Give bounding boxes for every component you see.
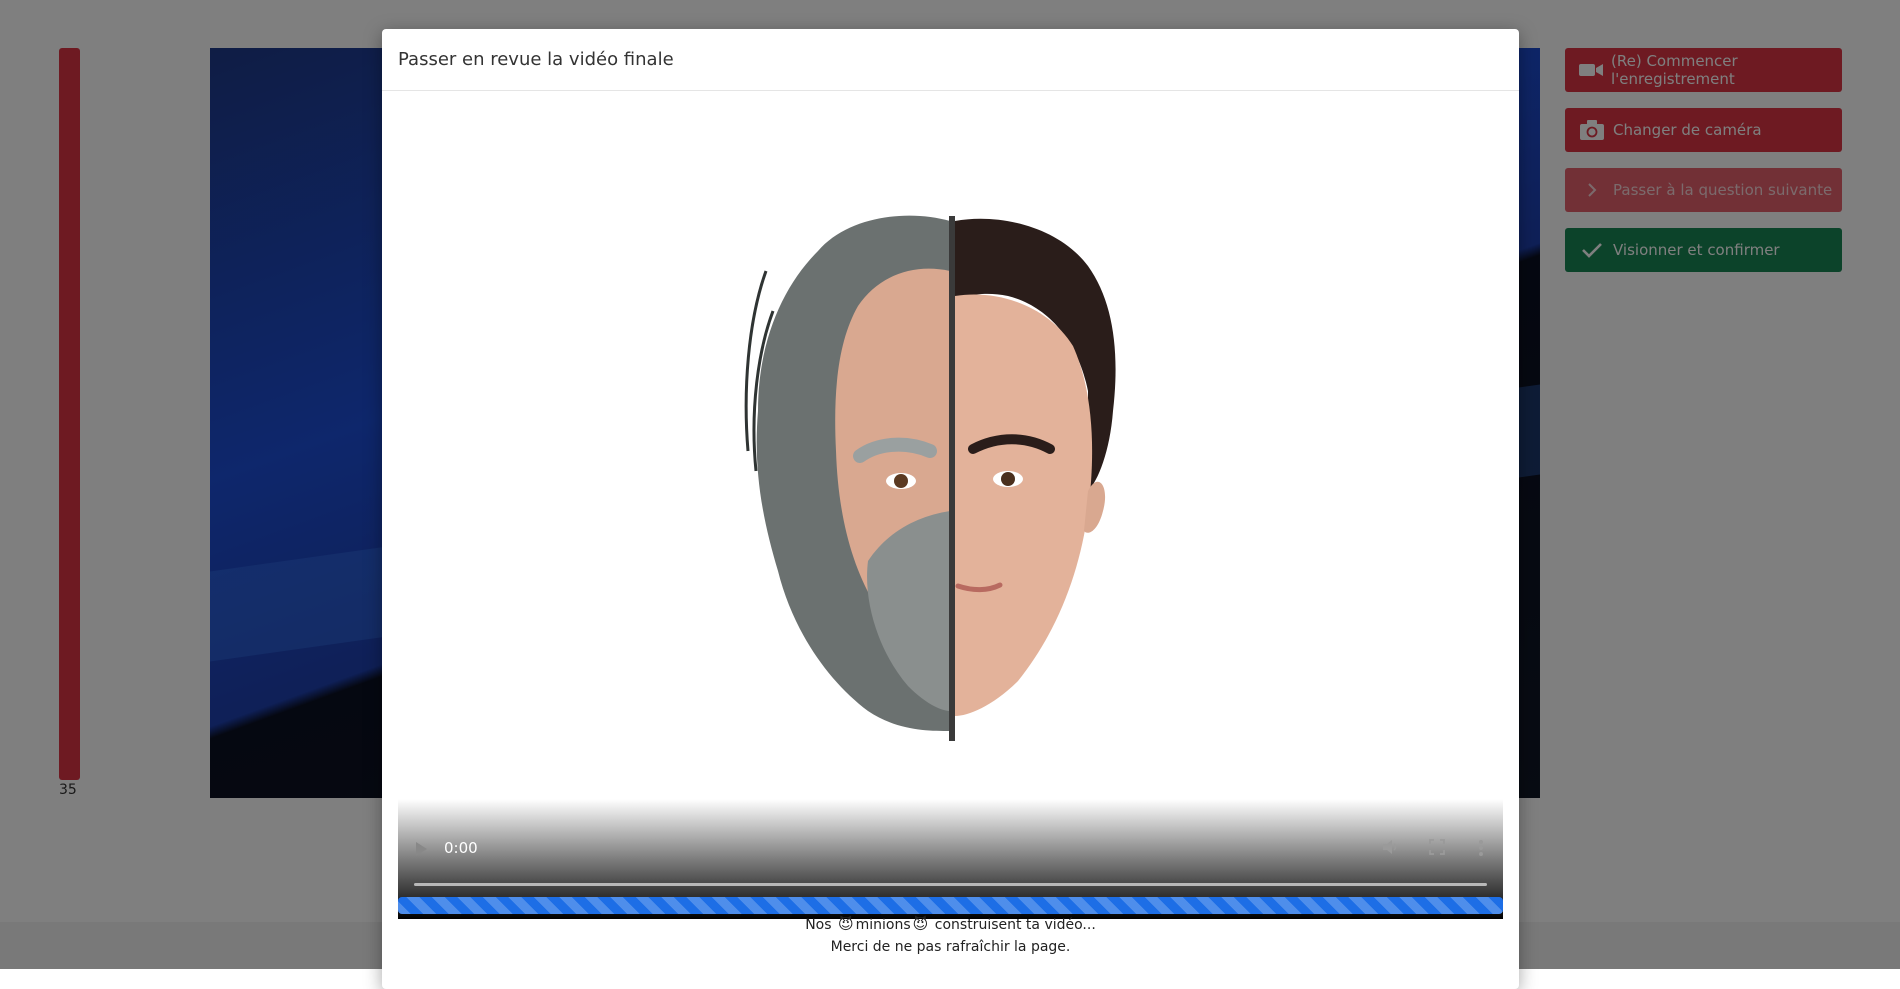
more-options-icon[interactable]	[1478, 839, 1484, 861]
modal-title: Passer en revue la vidéo finale	[398, 49, 674, 70]
video-current-time: 0:00	[444, 839, 478, 857]
status-text-start: Nos	[805, 917, 832, 933]
minion-icon: 😈	[838, 915, 854, 933]
modal-header: Passer en revue la vidéo finale	[382, 29, 1519, 91]
processing-progress-bar	[398, 897, 1503, 914]
review-video-modal: Passer en revue la vidéo finale 0:00 Nos…	[382, 29, 1519, 989]
play-icon[interactable]	[416, 842, 427, 856]
status-text-minions: minions	[855, 917, 911, 933]
video-seek-bar[interactable]	[414, 883, 1487, 886]
do-not-refresh-message: Merci de ne pas rafraîchir la page.	[830, 939, 1071, 955]
final-video-player[interactable]	[398, 91, 1503, 919]
minion-icon: 😈	[912, 915, 929, 933]
fullscreen-icon[interactable]	[1429, 839, 1445, 859]
volume-icon[interactable]	[1382, 839, 1400, 859]
video-poster-illustration	[744, 215, 1116, 741]
status-text-end: construisent ta vidéo...	[934, 917, 1096, 933]
processing-status-message: Nos 😈 minions 😈 construisent ta vidéo...	[398, 915, 1503, 933]
